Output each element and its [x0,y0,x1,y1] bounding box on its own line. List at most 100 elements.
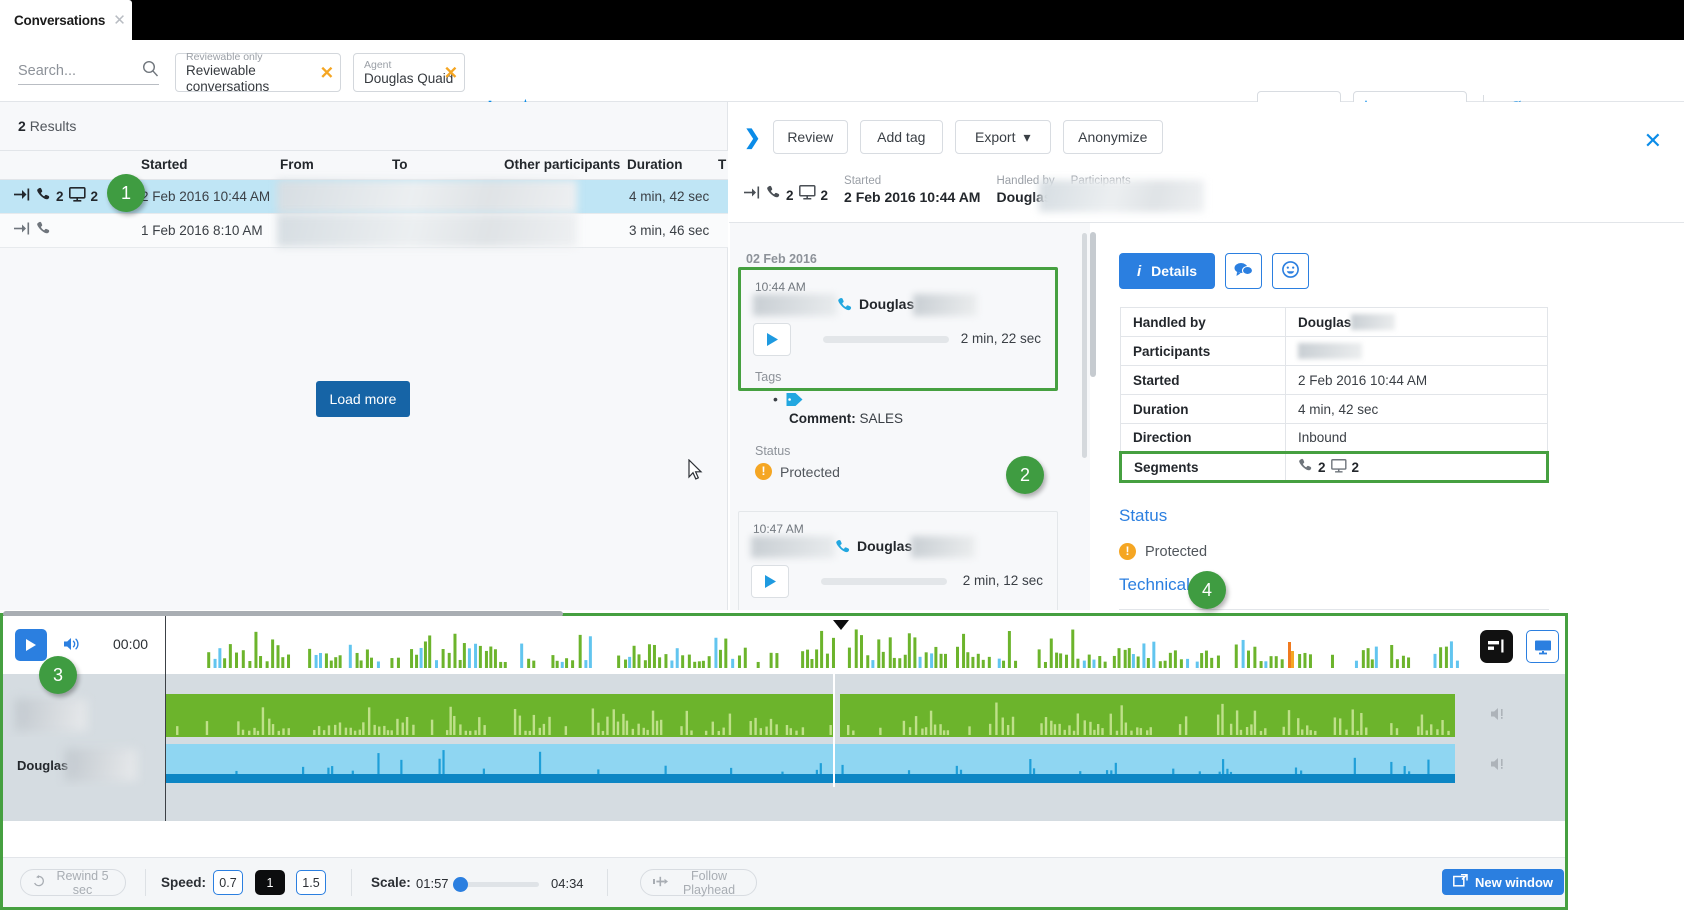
handled-by-name: Douglas [1298,315,1351,330]
waveform-overview[interactable] [165,616,1475,674]
segment-tag-text: Comment: SALES [789,411,903,426]
close-icon[interactable]: ✕ [113,13,126,28]
play-button[interactable] [15,629,47,661]
column-header-duration[interactable]: Duration [627,157,683,172]
player-transport: 00:00 [3,616,165,674]
control-divider [351,869,352,896]
detail-phone-count: 2 [786,188,794,203]
segment-duration: 2 min, 22 sec [961,331,1041,346]
inbound-arrow-icon [14,188,31,206]
rewind-icon [33,875,46,890]
column-header-t[interactable]: T [718,157,726,172]
speed-option-1.5[interactable]: 1.5 [296,870,326,895]
track1-waveform-svg [165,694,1455,737]
technical-table-stub [1119,609,1549,610]
track-label: Douglas [17,758,68,773]
table-row: Participants [1121,337,1548,366]
filter-chip-reviewable-only[interactable]: Reviewable only Reviewable conversations… [175,53,341,92]
scale-slider-knob[interactable] [453,877,468,892]
results-count: 2 Results [18,118,76,134]
segment-play-button[interactable] [753,323,791,356]
segment-play-button[interactable] [751,565,789,598]
chip-label: Agent [364,59,456,71]
search-icon[interactable] [142,60,159,82]
results-count-number: 2 [18,118,26,134]
segment-status-value: Protected [780,464,840,480]
playhead-icon [653,876,668,890]
filter-chip-agent[interactable]: Agent Douglas Quaid ✕ [353,53,465,92]
row-started: 1 Feb 2016 8:10 AM [141,223,263,238]
table-row: Duration 4 min, 42 sec [1121,395,1548,424]
export-button[interactable]: Export ▾ [955,120,1051,154]
search-input-wrap[interactable]: Search... [18,57,159,85]
conversation-detail-pane: ❯ Review Add tag Export ▾ Anonymize ✕ 2 [729,102,1684,610]
track-waveform-lane[interactable] [165,694,1455,737]
tab-details-label: Details [1151,263,1197,279]
redacted-party-from [753,294,837,316]
follow-playhead-button[interactable]: Follow Playhead [640,869,757,896]
app-root: Conversations ✕ Search... Reviewable onl… [0,0,1684,910]
tab-details[interactable]: i Details [1119,253,1215,289]
playhead-marker[interactable] [833,620,849,630]
speed-option-1[interactable]: 1 [255,870,285,895]
column-header-to[interactable]: To [392,157,408,172]
redacted-from-to-row1 [277,180,577,213]
phone-icon [36,221,51,241]
track2-waveform-svg [165,744,1455,787]
table-row: Handled by Douglas [1121,308,1548,337]
column-header-other-participants[interactable]: Other participants [504,157,620,172]
follow-playhead-label: Follow Playhead [674,869,744,897]
segment-tags-label: Tags [755,370,781,384]
track-waveform-lane[interactable] [165,744,1455,787]
tab-comments[interactable] [1225,253,1262,289]
segment-progress-track[interactable] [821,578,947,585]
anonymize-button[interactable]: Anonymize [1063,120,1163,154]
phone-icon [36,187,51,207]
detail-screen-count: 2 [821,188,829,203]
align-icon[interactable] [1480,630,1513,663]
detail-value: 2 Feb 2016 10:44 AM [1286,366,1548,395]
tab-conversations[interactable]: Conversations ✕ [0,0,132,40]
scale-max-value: 04:34 [551,876,584,891]
tab-sentiment[interactable] [1272,253,1309,289]
segment-agent-name: Douglas [859,296,914,312]
close-icon[interactable]: ✕ [1644,130,1662,152]
playhead-line-mid [833,674,835,787]
row-duration: 4 min, 42 sec [629,189,709,204]
close-icon[interactable]: ✕ [320,64,334,81]
inbound-arrow-icon [744,186,761,204]
new-window-button[interactable]: New window [1442,869,1564,895]
column-header-started[interactable]: Started [141,157,188,172]
chevron-down-icon: ▾ [1023,129,1030,146]
segment-card[interactable]: 10:47 AM Douglas 2 min, 12 sec [738,511,1058,610]
mute-icon[interactable] [1490,706,1509,727]
rewind-label: Rewind 5 sec [52,869,113,897]
volume-icon[interactable] [63,636,82,657]
detail-started: Started 2 Feb 2016 10:44 AM [844,174,980,206]
status-badge: ! Protected [1119,543,1207,560]
segment-duration: 2 min, 12 sec [963,573,1043,588]
scale-slider-track[interactable] [459,882,539,887]
load-more-button[interactable]: Load more [316,381,410,417]
info-scrollbar[interactable] [1090,232,1096,377]
rewind-button[interactable]: Rewind 5 sec [20,869,126,896]
column-header-from[interactable]: From [280,157,314,172]
redacted-from-to-row2 [277,214,577,247]
search-input[interactable]: Search... [18,63,76,79]
speed-option-0.7[interactable]: 0.7 [213,870,243,895]
mute-icon[interactable] [1490,756,1509,777]
close-icon[interactable]: ✕ [444,64,458,81]
bullet-icon: • [773,392,778,406]
segment-progress-track[interactable] [823,336,949,343]
chevron-right-icon[interactable]: ❯ [744,125,761,150]
screen-icon-button[interactable] [1526,630,1559,663]
row-duration: 3 min, 46 sec [629,223,709,238]
track-row [3,694,1565,737]
chip-value: Reviewable conversations [186,63,332,95]
add-tag-button[interactable]: Add tag [860,120,943,154]
review-button[interactable]: Review [773,120,848,154]
segments-scrollbar[interactable] [1082,233,1087,458]
segment-time: 10:47 AM [753,522,804,536]
detail-started-label: Started [844,174,980,188]
segment-card[interactable]: 10:44 AM Douglas 2 min, 22 sec Tags • [738,267,1058,391]
